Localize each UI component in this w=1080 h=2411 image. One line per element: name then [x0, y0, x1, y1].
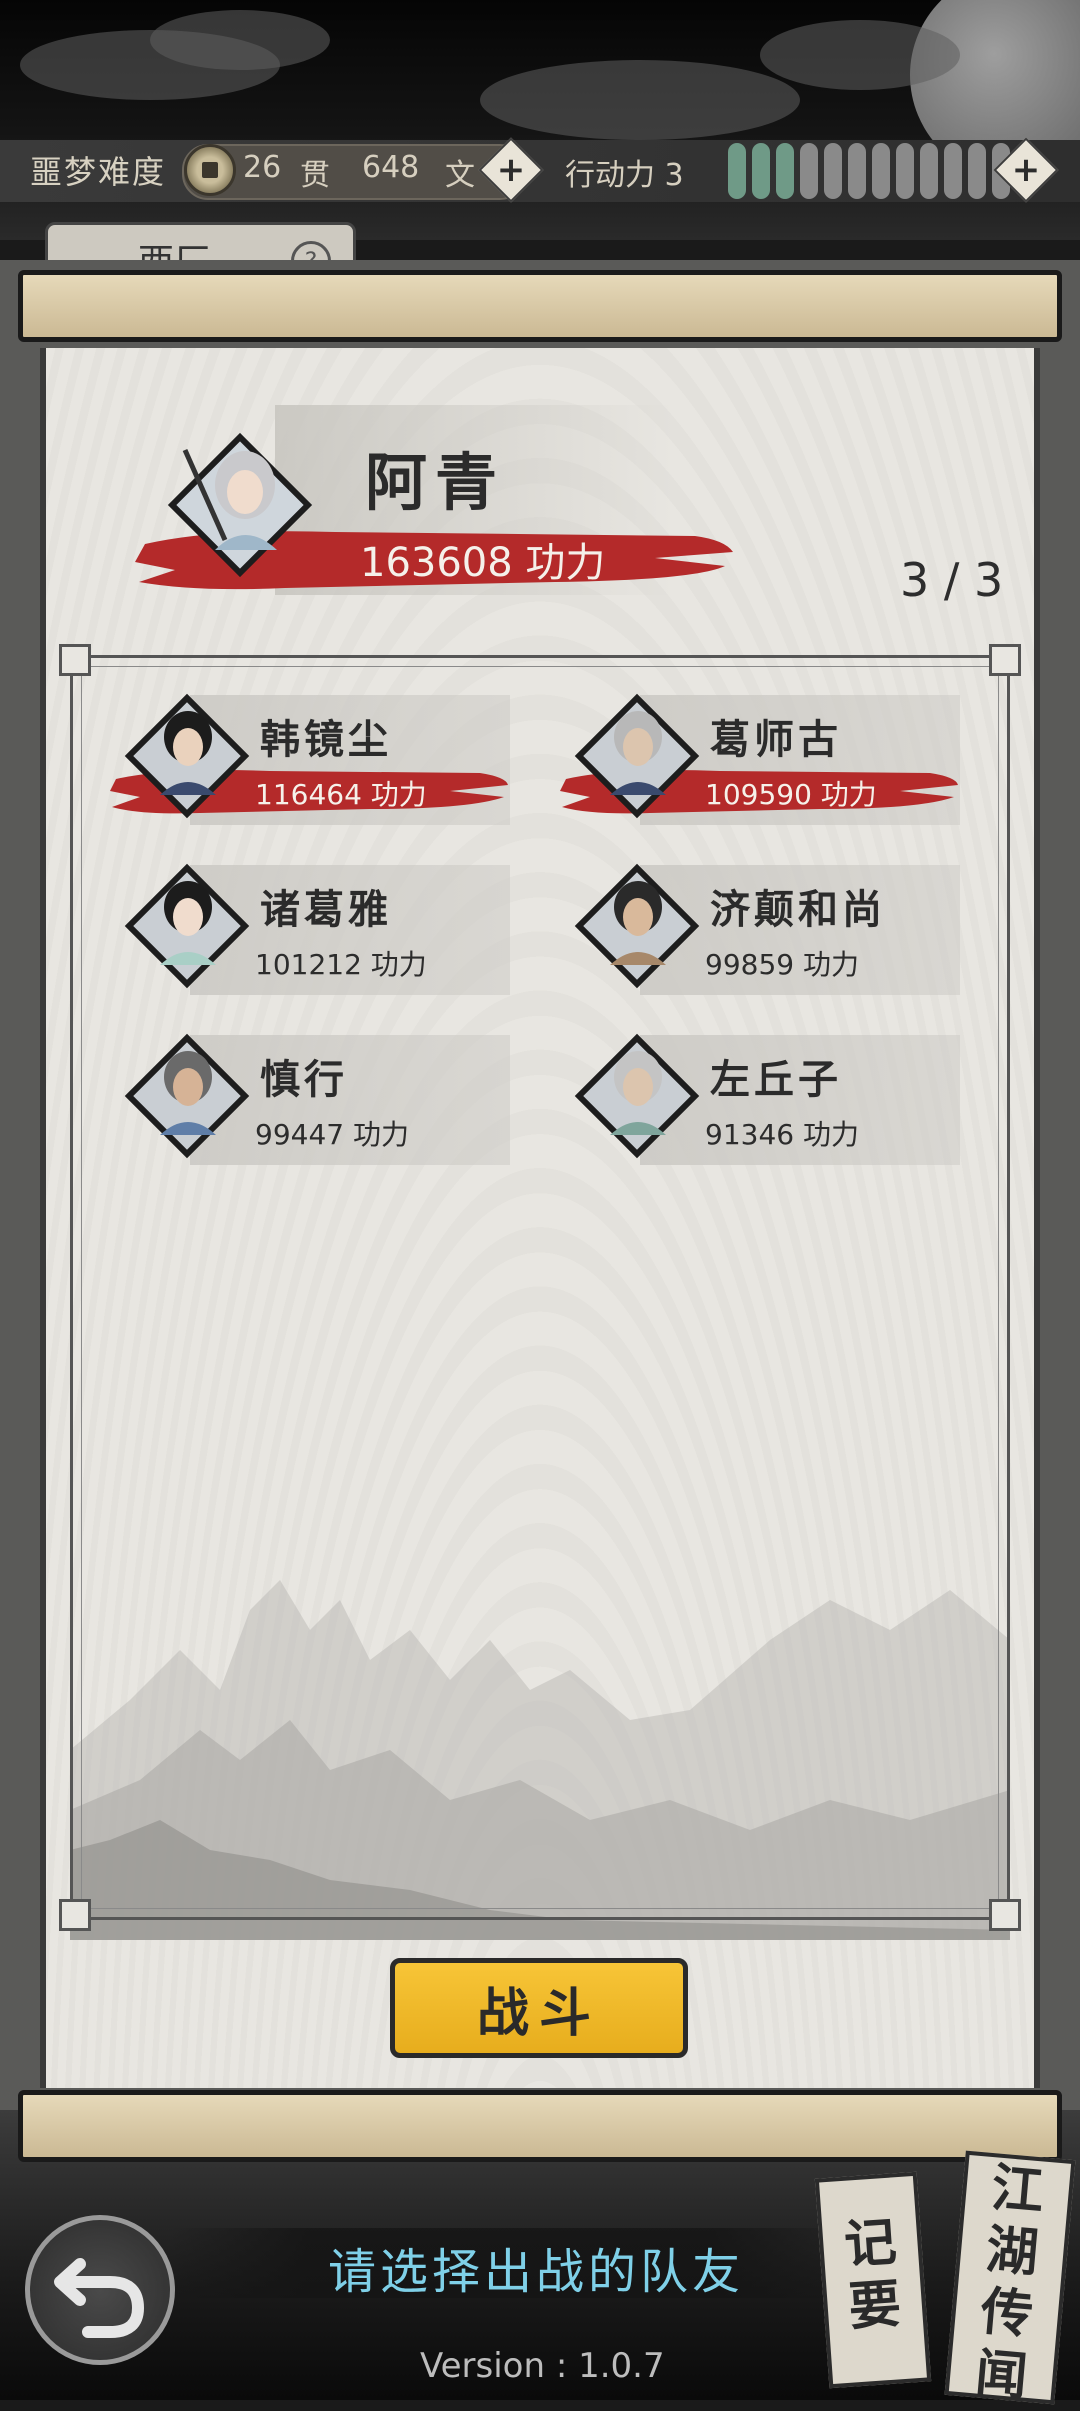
scroll-bottom-roller — [18, 2090, 1062, 2162]
member-card[interactable]: 慎行 99447 功力 — [110, 1025, 530, 1175]
energy-pip — [920, 143, 938, 199]
frame-corner — [989, 1899, 1021, 1931]
member-name: 济颠和尚 — [710, 887, 886, 933]
energy-pip — [944, 143, 962, 199]
energy-meter — [728, 143, 1010, 199]
member-card[interactable]: 左丘子 91346 功力 — [560, 1025, 980, 1175]
cloud-decoration — [480, 60, 800, 140]
member-power: 109590 功力 — [705, 778, 877, 811]
currency-wen-value: 648 — [362, 150, 420, 185]
currency-guan-value: 26 — [243, 150, 282, 185]
hint-text: 请选择出战的队友 — [328, 2244, 745, 2300]
currency-wen-unit: 文 — [445, 158, 475, 193]
member-power: 99859 功力 — [705, 948, 859, 981]
plus-icon: + — [1011, 150, 1041, 190]
currency-guan-unit: 贯 — [300, 158, 330, 193]
back-arrow-icon — [54, 2258, 145, 2338]
energy-pip — [848, 143, 866, 199]
energy-pip — [968, 143, 986, 199]
plus-icon: + — [496, 150, 526, 190]
team-count: 3 / 3 — [900, 553, 1004, 607]
hero-power: 163608 功力 — [360, 540, 606, 586]
notes-label: 记要 — [842, 2212, 903, 2338]
energy-label: 行动力 3 — [565, 158, 684, 193]
sky-background — [0, 0, 1080, 240]
member-portrait — [574, 863, 700, 989]
hero-name: 阿青 — [365, 446, 506, 519]
energy-pip — [776, 143, 794, 199]
frame-corner — [989, 644, 1021, 676]
frame-corner — [59, 1899, 91, 1931]
member-portrait — [124, 863, 250, 989]
rumors-button[interactable]: 江湖传闻 — [944, 2150, 1076, 2408]
member-name: 左丘子 — [710, 1057, 842, 1103]
energy-pip — [824, 143, 842, 199]
member-name: 诸葛雅 — [260, 887, 392, 933]
cloud-decoration — [150, 10, 330, 70]
member-name: 慎行 — [260, 1057, 348, 1103]
energy-pip — [752, 143, 770, 199]
member-portrait — [124, 1033, 250, 1159]
member-portrait — [574, 693, 700, 819]
member-portrait — [124, 693, 250, 819]
energy-pip — [800, 143, 818, 199]
member-card[interactable]: 葛师古 109590 功力 — [560, 685, 980, 835]
member-name: 葛师古 — [710, 717, 842, 763]
difficulty-label: 噩梦难度 — [30, 153, 167, 191]
member-power: 91346 功力 — [705, 1118, 859, 1151]
member-card[interactable]: 济颠和尚 99859 功力 — [560, 855, 980, 1005]
energy-pip — [872, 143, 890, 199]
member-power: 99447 功力 — [255, 1118, 409, 1151]
rumors-label: 江湖传闻 — [972, 2158, 1047, 2408]
member-power: 116464 功力 — [255, 778, 427, 811]
member-name: 韩镜尘 — [260, 717, 392, 763]
coin-icon — [184, 144, 236, 196]
scroll-top-roller — [18, 270, 1062, 342]
energy-pip — [728, 143, 746, 199]
energy-pip — [896, 143, 914, 199]
member-card[interactable]: 诸葛雅 101212 功力 — [110, 855, 530, 1005]
version-text: Version : 1.0.7 — [420, 2346, 665, 2386]
team-frame — [59, 644, 1021, 1931]
frame-corner — [59, 644, 91, 676]
notes-button[interactable]: 记要 — [814, 2171, 932, 2389]
fight-button[interactable]: 战斗 — [390, 1958, 688, 2058]
cloud-decoration — [760, 20, 960, 90]
member-card[interactable]: 韩镜尘 116464 功力 — [110, 685, 530, 835]
member-portrait — [574, 1033, 700, 1159]
hero-portrait[interactable] — [165, 430, 315, 580]
back-button[interactable] — [25, 2215, 175, 2365]
member-power: 101212 功力 — [255, 948, 427, 981]
